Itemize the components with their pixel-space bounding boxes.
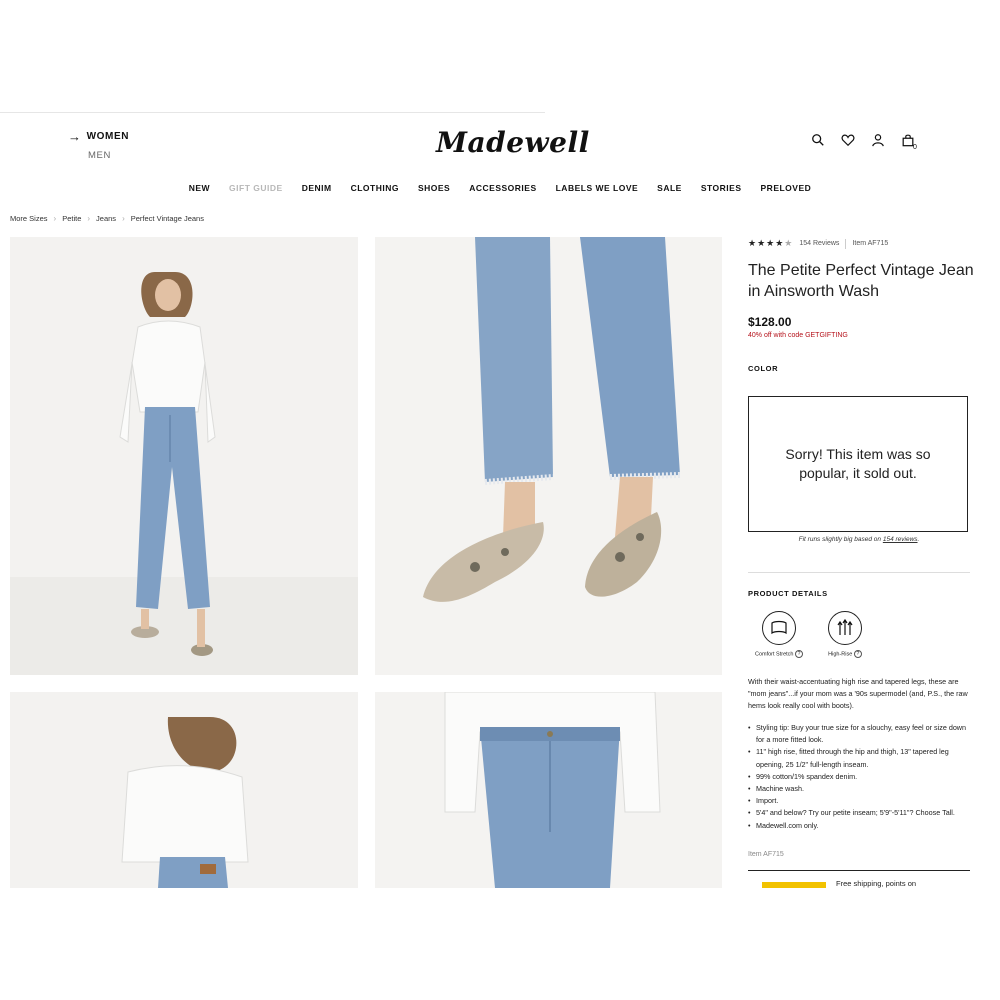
list-item: 11" high rise, fitted through the hip an… bbox=[748, 746, 972, 770]
feature-high-rise[interactable]: High-Rise ? bbox=[815, 611, 875, 658]
feature-label: Comfort Stretch bbox=[754, 651, 794, 658]
list-item: 5'4" and below? Try our petite inseam; 5… bbox=[748, 807, 972, 819]
breadcrumb-item[interactable]: More Sizes bbox=[10, 214, 48, 223]
product-price: $128.00 bbox=[748, 315, 792, 329]
header-top-divider bbox=[0, 112, 545, 113]
info-icon[interactable]: ? bbox=[853, 650, 862, 658]
product-bullets: Styling tip: Buy your true size for a sl… bbox=[748, 722, 972, 832]
shipping-teaser: Free shipping, points on bbox=[836, 879, 917, 888]
product-title: The Petite Perfect Vintage Jean in Ainsw… bbox=[748, 262, 974, 300]
product-description: With their waist-accentuating high rise … bbox=[748, 677, 968, 711]
gender-link-men[interactable]: MEN bbox=[88, 150, 111, 161]
search-icon[interactable] bbox=[811, 133, 825, 147]
breadcrumb-item[interactable]: Jeans bbox=[96, 214, 116, 223]
feature-label: High-Rise bbox=[828, 651, 853, 658]
nav-item-shoes[interactable]: SHOES bbox=[418, 183, 450, 193]
product-image-front-waist[interactable] bbox=[375, 692, 722, 888]
list-item: Import. bbox=[748, 795, 972, 807]
product-image-hem-closeup[interactable] bbox=[375, 237, 722, 675]
nav-item-new[interactable]: NEW bbox=[189, 183, 210, 193]
breadcrumb-item[interactable]: Petite bbox=[62, 214, 81, 223]
item-number: Item AF715 bbox=[852, 240, 889, 247]
nav-item-stories[interactable]: STORIES bbox=[701, 183, 742, 193]
bag-count: 0 bbox=[913, 144, 917, 151]
promo-badge bbox=[762, 882, 826, 888]
chevron-right-icon: › bbox=[87, 214, 91, 223]
product-details-heading: PRODUCT DETAILS bbox=[748, 589, 828, 598]
nav-item-clothing[interactable]: CLOTHING bbox=[351, 183, 399, 193]
nav-item-sale[interactable]: SALE bbox=[657, 183, 682, 193]
chevron-right-icon: › bbox=[122, 214, 125, 223]
breadcrumb-item[interactable]: Perfect Vintage Jeans bbox=[131, 214, 204, 223]
list-item: Machine wash. bbox=[748, 783, 972, 795]
item-number-footer: Item AF715 bbox=[748, 851, 784, 858]
arrow-right-icon: → bbox=[68, 129, 82, 144]
fit-note-reviews-link[interactable]: 154 reviews bbox=[883, 536, 918, 543]
info-icon[interactable]: ? bbox=[795, 650, 804, 658]
brand-logo[interactable]: Madewell bbox=[436, 126, 590, 159]
color-label: COLOR bbox=[748, 364, 779, 373]
fit-note-text: Fit runs slightly big based on bbox=[798, 536, 882, 543]
list-item: Styling tip: Buy your true size for a sl… bbox=[748, 722, 972, 746]
sold-out-message: Sorry! This item was so popular, it sold… bbox=[748, 396, 968, 532]
nav-item-gift-guide[interactable]: GIFT GUIDE bbox=[229, 183, 283, 193]
rating-row: ★★★★★ 154 Reviews Item AF715 bbox=[748, 238, 888, 249]
reviews-count[interactable]: 154 Reviews bbox=[799, 240, 839, 247]
product-image-full-body[interactable] bbox=[10, 237, 358, 675]
feature-comfort-stretch[interactable]: Comfort Stretch ? bbox=[749, 611, 809, 658]
fit-note: Fit runs slightly big based on 154 revie… bbox=[748, 536, 970, 543]
star-rating-icon[interactable]: ★★★★★ bbox=[748, 238, 793, 249]
list-item: 99% cotton/1% spandex denim. bbox=[748, 771, 972, 783]
bag-button[interactable]: 0 bbox=[901, 133, 919, 151]
heart-icon[interactable] bbox=[841, 133, 855, 147]
nav-item-preloved[interactable]: PRELOVED bbox=[761, 183, 812, 193]
header-icons: 0 bbox=[811, 133, 919, 151]
list-item: Madewell.com only. bbox=[748, 820, 972, 832]
fit-note-suffix: . bbox=[917, 536, 920, 543]
chevron-right-icon: › bbox=[53, 214, 57, 223]
gender-women-label: WOMEN bbox=[86, 131, 130, 142]
comfort-stretch-icon bbox=[762, 611, 796, 645]
high-rise-icon bbox=[828, 611, 862, 645]
divider bbox=[845, 238, 847, 249]
nav-item-labels-we-love[interactable]: LABELS WE LOVE bbox=[556, 183, 639, 193]
section-divider bbox=[748, 572, 970, 573]
nav-item-denim[interactable]: DENIM bbox=[302, 183, 332, 193]
main-nav: NEW GIFT GUIDE DENIM CLOTHING SHOES ACCE… bbox=[0, 183, 1000, 193]
promo-text: 40% off with code GETGIFTING bbox=[748, 332, 848, 339]
section-divider bbox=[748, 870, 970, 871]
product-image-back-view[interactable] bbox=[10, 692, 358, 888]
nav-item-accessories[interactable]: ACCESSORIES bbox=[469, 183, 536, 193]
breadcrumb: More Sizes › Petite › Jeans › Perfect Vi… bbox=[10, 214, 204, 223]
gender-link-women[interactable]: → WOMEN bbox=[68, 129, 129, 144]
account-icon[interactable] bbox=[871, 133, 885, 147]
